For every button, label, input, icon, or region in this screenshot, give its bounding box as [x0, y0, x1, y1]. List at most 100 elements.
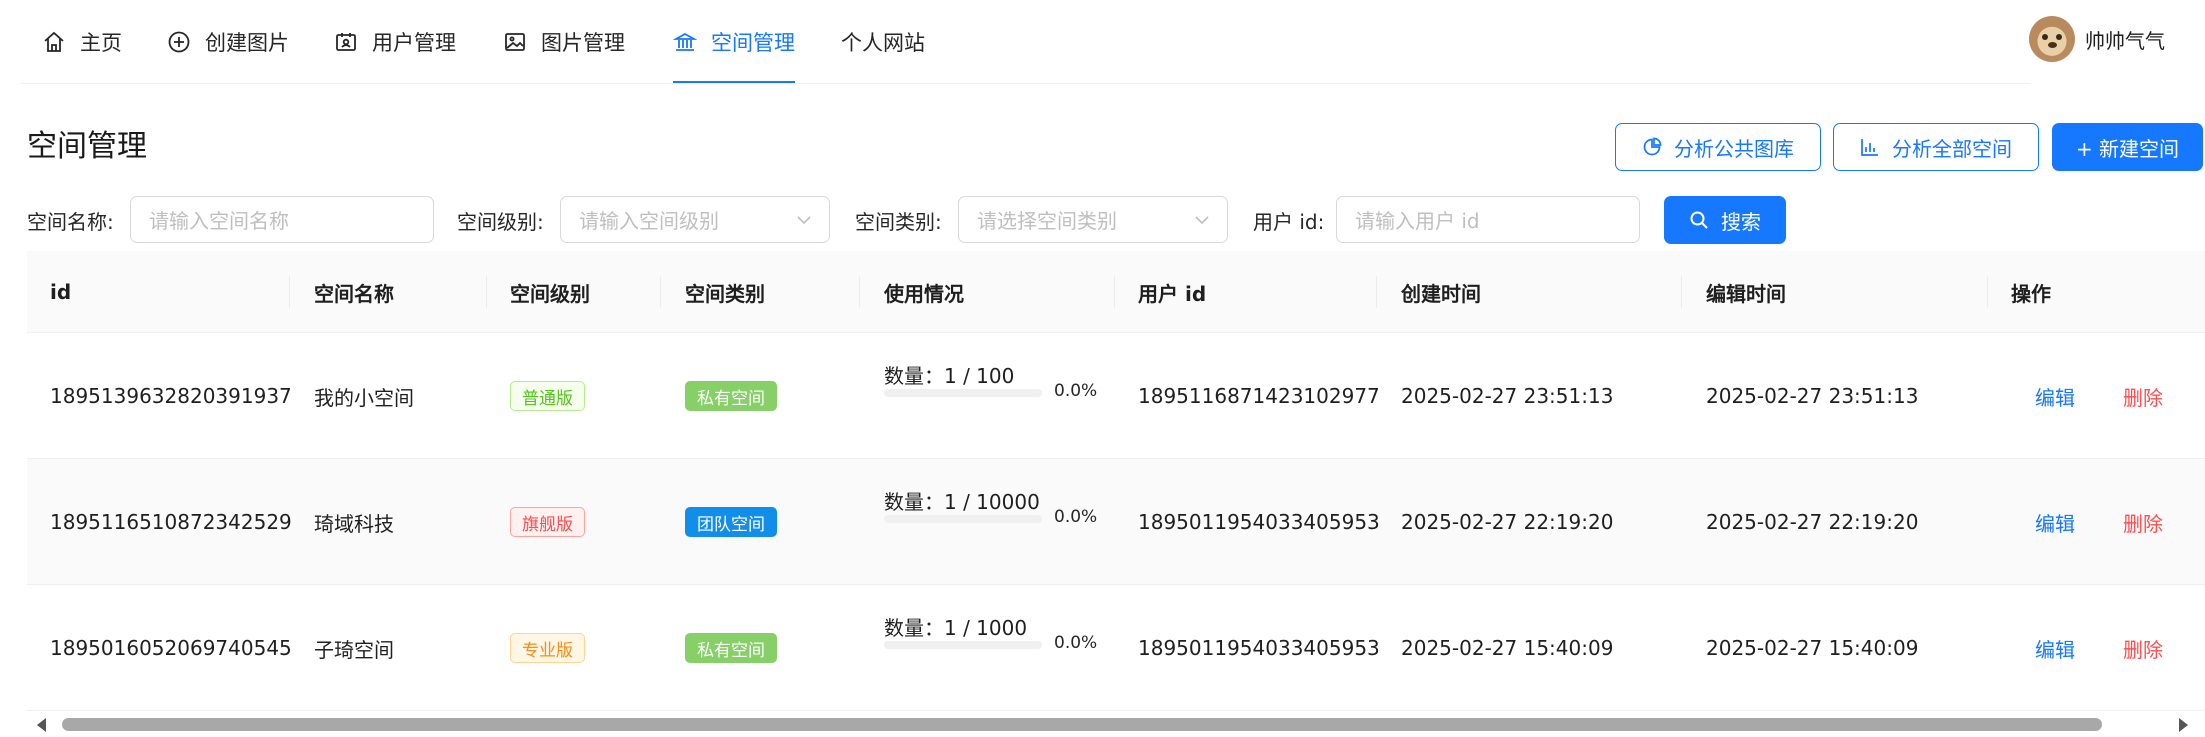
nav-item-user-manage-label: 用户管理: [372, 31, 456, 55]
bank-icon: [673, 30, 697, 54]
cell-user-id: 1895011954033405953: [1138, 510, 1380, 534]
usage-count: 数量：1 / 10000: [884, 490, 1040, 514]
nav-item-space-manage[interactable]: 空间管理: [673, 0, 795, 84]
delete-button[interactable]: 删除: [2123, 333, 2163, 459]
table-row: 1895016052069740545 子琦空间 专业版 私有空间 数量：1 /…: [27, 585, 2205, 711]
usage-count: 数量：1 / 100: [884, 364, 1015, 388]
bar-chart-icon: [1860, 137, 1880, 157]
analyze-public-gallery-label: 分析公共图库: [1674, 136, 1794, 161]
space-name-placeholder: 请输入空间名称: [149, 209, 289, 233]
space-level-select[interactable]: 请输入空间级别: [560, 196, 830, 243]
column-header-space-type: 空间类别: [685, 281, 765, 306]
space-type-tag: 私有空间: [685, 381, 777, 411]
user-id-label: 用户 id:: [1253, 210, 1325, 234]
usage-percent: 0.0%: [1054, 507, 1098, 527]
cell-space-level: 普通版: [510, 333, 585, 459]
analyze-all-spaces-label: 分析全部空间: [1892, 136, 2012, 161]
nav-item-create-picture[interactable]: 创建图片: [167, 0, 289, 84]
cell-id: 1895116510872342529: [50, 510, 292, 534]
usage-percent: 0.0%: [1054, 381, 1098, 401]
space-name-label: 空间名称:: [27, 210, 114, 234]
user-id-input[interactable]: 请输入用户 id: [1336, 196, 1640, 243]
usage-progress-bar: [884, 641, 1042, 649]
nav-item-space-manage-label: 空间管理: [711, 31, 795, 55]
column-header-usage: 使用情况: [884, 281, 964, 306]
delete-button[interactable]: 删除: [2123, 585, 2163, 711]
space-level-tag: 普通版: [510, 381, 585, 411]
cell-space-level: 旗舰版: [510, 459, 585, 585]
create-space-label: + 新建空间: [2075, 136, 2180, 161]
picture-icon: [503, 30, 527, 54]
cell-id: 1895016052069740545: [50, 636, 292, 660]
usage-count: 数量：1 / 1000: [884, 616, 1028, 640]
cell-space-type: 私有空间: [685, 585, 777, 711]
usage-progress-bar: [884, 389, 1042, 397]
home-icon: [42, 30, 66, 54]
space-type-placeholder: 请选择空间类别: [977, 209, 1117, 233]
usage-percent: 0.0%: [1054, 633, 1098, 653]
analyze-public-gallery-button[interactable]: 分析公共图库: [1615, 123, 1821, 171]
edit-button[interactable]: 编辑: [2035, 459, 2075, 585]
cell-user-id: 1895011954033405953: [1138, 636, 1380, 660]
cell-space-name: 我的小空间: [314, 385, 414, 410]
space-level-tag: 专业版: [510, 633, 585, 663]
column-header-create-time: 创建时间: [1401, 281, 1481, 306]
scroll-right-arrow-icon[interactable]: [2179, 718, 2188, 732]
space-level-tag: 旗舰版: [510, 507, 585, 537]
cell-create-time: 2025-02-27 23:51:13: [1401, 384, 1614, 408]
cell-space-level: 专业版: [510, 585, 585, 711]
table-header: id 空间名称 空间级别 空间类别 使用情况 用户 id 创建时间 编辑时间 操…: [27, 251, 2205, 333]
cell-usage: 数量：1 / 100 0.0%: [884, 333, 1114, 459]
column-header-space-level: 空间级别: [510, 281, 590, 306]
cell-edit-time: 2025-02-27 23:51:13: [1706, 384, 1919, 408]
user-name: 帅帅气气: [2085, 28, 2165, 53]
cell-user-id: 1895116871423102977: [1138, 384, 1380, 408]
table-row: 1895116510872342529 琦域科技 旗舰版 团队空间 数量：1 /…: [27, 459, 2205, 585]
table-row: 1895139632820391937 我的小空间 普通版 私有空间 数量：1 …: [27, 333, 2205, 459]
edit-button[interactable]: 编辑: [2035, 585, 2075, 711]
nav-item-picture-manage[interactable]: 图片管理: [503, 0, 625, 84]
scroll-left-arrow-icon[interactable]: [37, 718, 46, 732]
user-menu[interactable]: 帅帅气气: [2029, 15, 2165, 63]
chevron-down-icon: [797, 216, 811, 225]
page-title: 空间管理: [27, 129, 147, 164]
nav-item-user-manage[interactable]: 用户管理: [334, 0, 456, 84]
cell-space-name: 琦域科技: [314, 511, 394, 536]
usage-progress-bar: [884, 515, 1042, 523]
cell-create-time: 2025-02-27 15:40:09: [1401, 636, 1614, 660]
search-button[interactable]: 搜索: [1664, 196, 1786, 244]
create-space-button[interactable]: + 新建空间: [2052, 123, 2203, 171]
nav-item-personal-site[interactable]: 个人网站: [841, 0, 925, 84]
space-type-tag: 私有空间: [685, 633, 777, 663]
user-id-placeholder: 请输入用户 id: [1355, 209, 1480, 233]
column-header-edit-time: 编辑时间: [1706, 281, 1786, 306]
cell-id: 1895139632820391937: [50, 384, 292, 408]
column-header-space-name: 空间名称: [314, 281, 394, 306]
space-level-label: 空间级别:: [457, 210, 544, 234]
analyze-all-spaces-button[interactable]: 分析全部空间: [1833, 123, 2039, 171]
delete-button[interactable]: 删除: [2123, 459, 2163, 585]
cell-edit-time: 2025-02-27 15:40:09: [1706, 636, 1919, 660]
search-icon: [1690, 211, 1708, 229]
scrollbar-thumb[interactable]: [62, 718, 2102, 731]
cell-usage: 数量：1 / 10000 0.0%: [884, 459, 1114, 585]
column-header-id: id: [50, 280, 72, 304]
cell-space-name: 子琦空间: [314, 637, 394, 662]
nav-item-home[interactable]: 主页: [42, 0, 122, 84]
nav-item-picture-manage-label: 图片管理: [541, 31, 625, 55]
space-type-select[interactable]: 请选择空间类别: [958, 196, 1228, 243]
user-card-icon: [334, 30, 358, 54]
pie-chart-icon: [1642, 137, 1662, 157]
nav-item-home-label: 主页: [80, 31, 122, 55]
column-header-actions: 操作: [2011, 281, 2051, 306]
space-level-placeholder: 请输入空间级别: [579, 209, 719, 233]
space-name-input[interactable]: 请输入空间名称: [130, 196, 434, 243]
cell-usage: 数量：1 / 1000 0.0%: [884, 585, 1114, 711]
search-button-label: 搜索: [1721, 209, 1761, 234]
avatar[interactable]: [2029, 16, 2075, 62]
edit-button[interactable]: 编辑: [2035, 333, 2075, 459]
cell-space-type: 团队空间: [685, 459, 777, 585]
horizontal-scrollbar[interactable]: [27, 714, 2205, 734]
nav-divider: [20, 83, 2030, 84]
spaces-table: id 空间名称 空间级别 空间类别 使用情况 用户 id 创建时间 编辑时间 操…: [27, 251, 2205, 713]
